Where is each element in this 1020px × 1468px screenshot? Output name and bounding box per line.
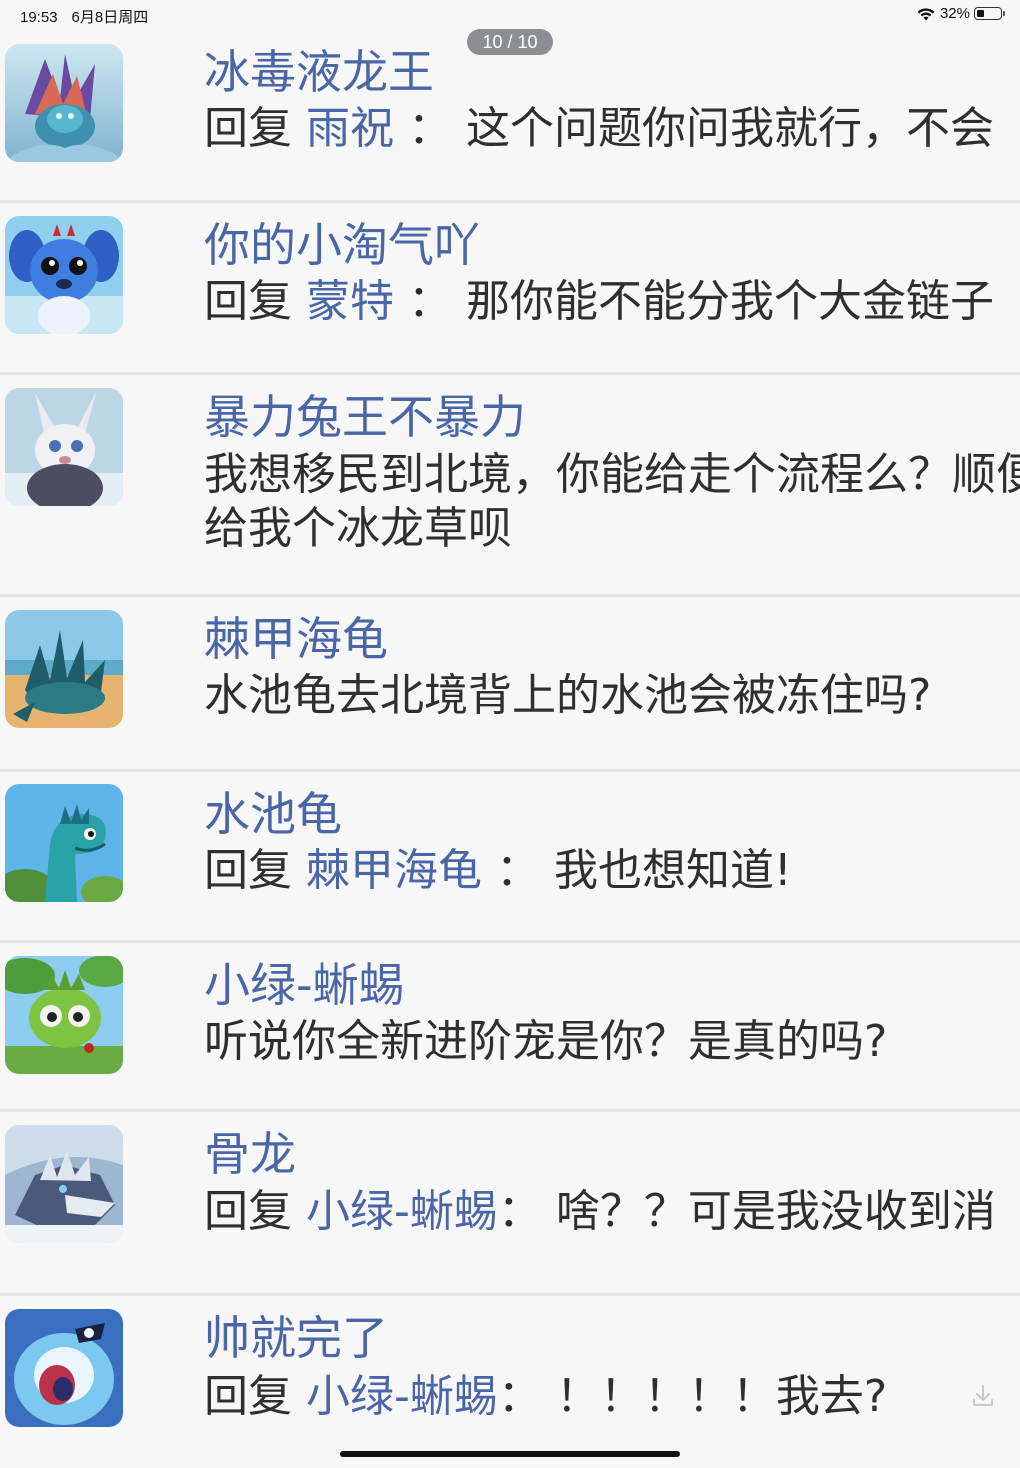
reply-target[interactable]: 小绿-蜥蜴: [306, 1371, 498, 1422]
comment-body: ！！！！！我去?: [555, 1371, 888, 1422]
cool-creature-avatar[interactable]: [5, 1309, 123, 1427]
status-bar: 19:53 6月8日周四 32%: [0, 0, 1020, 30]
reply-prefix: 回复: [204, 1186, 306, 1237]
status-indicators: 32%: [916, 5, 1005, 22]
comment-body: 我也想知道!: [553, 845, 792, 896]
comment-text: 我想移民到北境，你能给走个流程么？顺便给我个冰龙草呗: [204, 448, 1020, 556]
battery-icon: [974, 7, 1005, 20]
comment-text: 回复 小绿-蜥蜴： 啥？？可是我没收到消: [204, 1185, 1020, 1239]
reply-separator: ：: [394, 276, 466, 327]
comment-row[interactable]: 冰毒液龙王 回复 雨祝 ： 这个问题你问我就行，不会: [0, 30, 1020, 203]
comment-author[interactable]: 你的小淘气吖: [204, 217, 480, 273]
wifi-icon: [917, 7, 935, 20]
battery-level-fill: [977, 10, 984, 17]
reply-separator: ：: [394, 103, 466, 154]
comment-text: 回复 雨祝 ： 这个问题你问我就行，不会: [204, 102, 1020, 156]
comment-text: 水池龟去北境背上的水池会被冻住吗?: [204, 669, 1020, 723]
green-lizard-avatar[interactable]: [5, 956, 123, 1074]
rabbit-king-avatar[interactable]: [5, 388, 123, 506]
reply-target[interactable]: 雨祝: [306, 103, 394, 154]
bone-dragon-avatar[interactable]: [5, 1125, 123, 1243]
comment-row[interactable]: 棘甲海龟 水池龟去北境背上的水池会被冻住吗?: [0, 597, 1020, 772]
status-time: 19:53: [20, 9, 58, 26]
comment-author[interactable]: 水池龟: [204, 786, 342, 842]
home-indicator[interactable]: [340, 1451, 680, 1457]
comment-body: 啥？？可是我没收到消: [555, 1186, 996, 1237]
reply-prefix: 回复: [204, 1371, 306, 1422]
comment-text: 回复 蒙特 ： 那你能不能分我个大金链子: [204, 275, 1020, 329]
blue-puppy-avatar[interactable]: [5, 216, 123, 334]
comment-row[interactable]: 水池龟 回复 棘甲海龟 ： 我也想知道!: [0, 772, 1020, 943]
status-time-date: 19:53 6月8日周四: [20, 6, 162, 27]
comment-author[interactable]: 暴力兔王不暴力: [204, 389, 526, 445]
reply-target[interactable]: 棘甲海龟: [306, 845, 482, 896]
reply-separator: ：: [482, 845, 554, 896]
comment-text: 回复 棘甲海龟 ： 我也想知道!: [204, 844, 1020, 898]
comment-body: 我想移民到北境，你能给走个流程么？顺便给我个冰龙草呗: [204, 449, 1020, 554]
comment-author[interactable]: 骨龙: [204, 1126, 296, 1182]
ice-venom-dragon-king-avatar[interactable]: [5, 44, 123, 162]
pool-turtle-avatar[interactable]: [5, 784, 123, 902]
page-indicator: 10 / 10: [467, 29, 553, 55]
reply-target[interactable]: 小绿-蜥蜴: [306, 1186, 498, 1237]
reply-prefix: 回复: [204, 845, 306, 896]
reply-separator: ：: [497, 1186, 556, 1237]
download-icon[interactable]: [972, 1384, 994, 1408]
comment-author[interactable]: 帅就完了: [204, 1310, 388, 1366]
comment-body: 水池龟去北境背上的水池会被冻住吗?: [204, 670, 932, 721]
comment-text: 回复 小绿-蜥蜴： ！！！！！我去?: [204, 1370, 1020, 1424]
comment-row[interactable]: 小绿-蜥蜴 听说你全新进阶宠是你？是真的吗?: [0, 943, 1020, 1112]
reply-prefix: 回复: [204, 103, 306, 154]
comment-row[interactable]: 暴力兔王不暴力 我想移民到北境，你能给走个流程么？顺便给我个冰龙草呗: [0, 375, 1020, 597]
comment-author[interactable]: 小绿-蜥蜴: [204, 957, 405, 1013]
comment-body: 那你能不能分我个大金链子: [465, 276, 994, 327]
spiked-sea-turtle-avatar[interactable]: [5, 610, 123, 728]
comment-row[interactable]: 骨龙 回复 小绿-蜥蜴： 啥？？可是我没收到消: [0, 1112, 1020, 1296]
comment-author[interactable]: 冰毒液龙王: [204, 44, 434, 100]
reply-prefix: 回复: [204, 276, 306, 327]
battery-percent: 32%: [939, 5, 970, 22]
comment-body: 听说你全新进阶宠是你？是真的吗?: [204, 1016, 888, 1067]
reply-target[interactable]: 蒙特: [306, 276, 394, 327]
status-date: 6月8日周四: [71, 9, 149, 26]
comment-text: 听说你全新进阶宠是你？是真的吗?: [204, 1015, 1020, 1069]
reply-separator: ：: [497, 1371, 556, 1422]
comment-row[interactable]: 帅就完了 回复 小绿-蜥蜴： ！！！！！我去?: [0, 1296, 1020, 1468]
comment-row[interactable]: 你的小淘气吖 回复 蒙特 ： 那你能不能分我个大金链子: [0, 203, 1020, 375]
comment-body: 这个问题你问我就行，不会: [465, 103, 994, 154]
comment-author[interactable]: 棘甲海龟: [204, 611, 388, 667]
